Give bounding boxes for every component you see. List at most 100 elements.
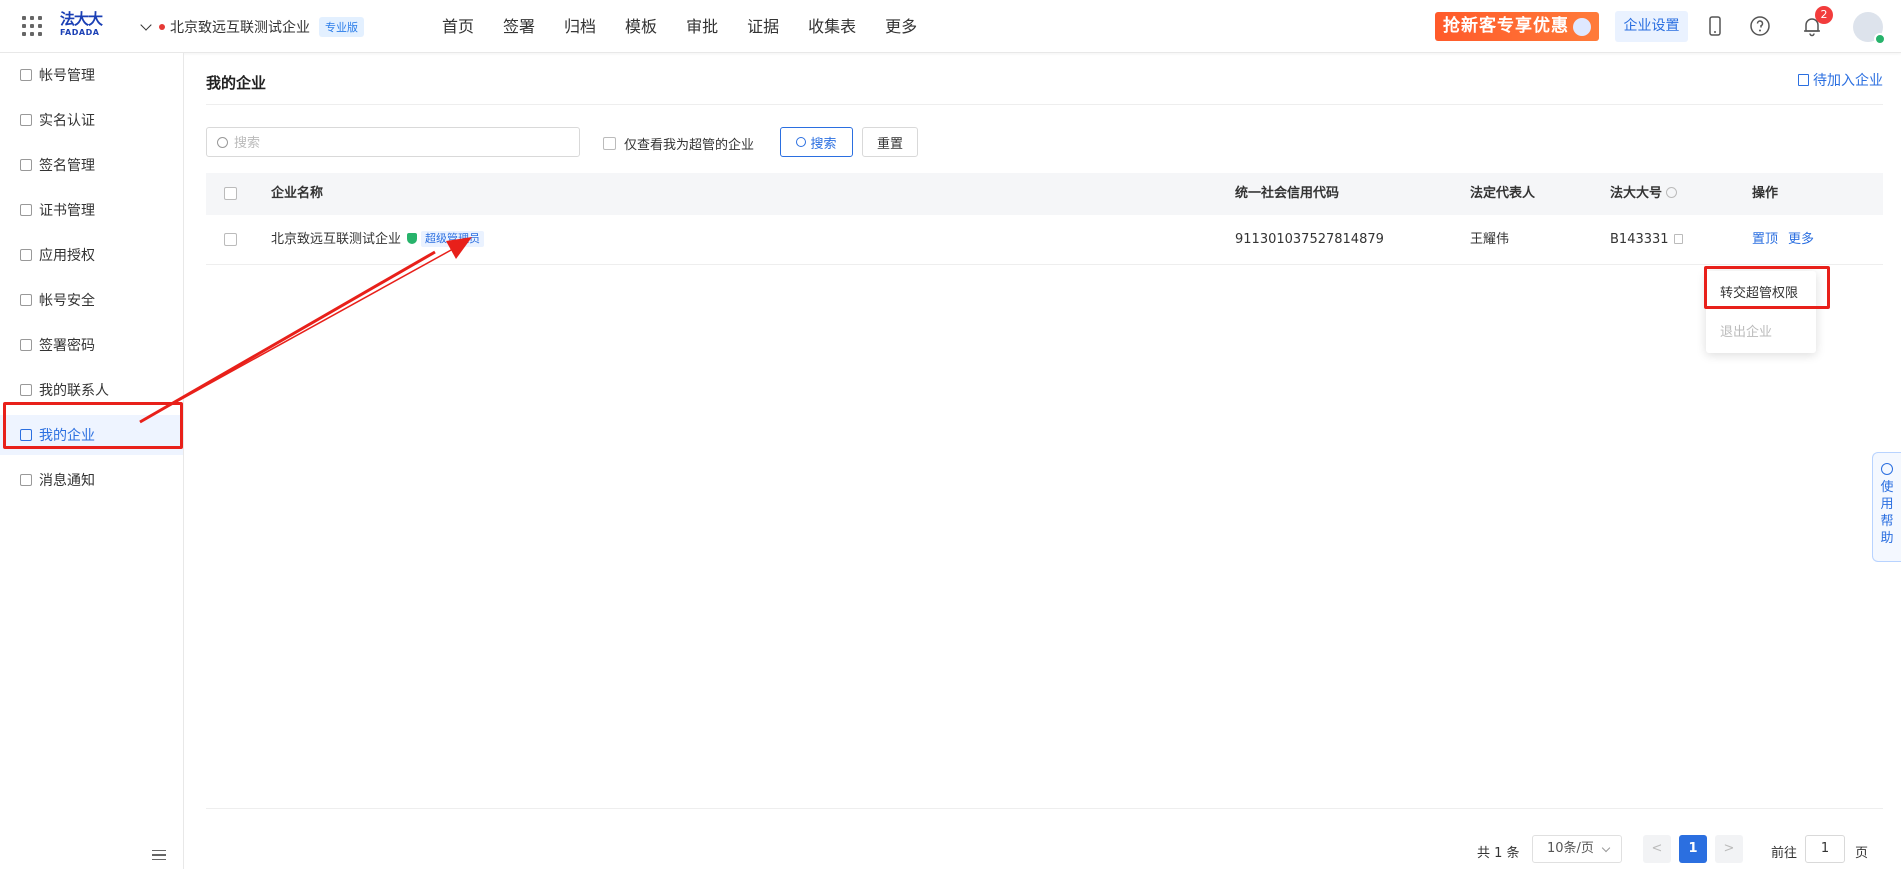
nav-archive[interactable]: 归档: [564, 0, 596, 53]
table-header: 企业名称 统一社会信用代码 法定代表人 法大大号 操作: [206, 173, 1883, 215]
verified-shield-icon: [407, 233, 418, 244]
lock-icon: [20, 339, 32, 351]
pen-icon: [20, 159, 32, 171]
mobile-icon[interactable]: [1704, 15, 1726, 37]
certification-icon: [20, 114, 32, 126]
promo-banner[interactable]: 抢新客专享优惠: [1435, 12, 1599, 41]
logo-subtext: FADADA: [60, 28, 100, 37]
nav-evidence[interactable]: 证据: [747, 0, 779, 53]
message-icon: [20, 474, 32, 486]
select-all-checkbox[interactable]: [224, 187, 237, 200]
nav-home[interactable]: 首页: [442, 0, 474, 53]
page-size-select[interactable]: 10条/页: [1532, 835, 1622, 863]
page-title: 我的企业: [206, 74, 267, 92]
sidebar-item-notifications[interactable]: 消息通知: [0, 460, 183, 500]
sidebar-item-label: 证书管理: [39, 203, 95, 219]
org-switcher[interactable]: 北京致远互联测试企业 专业版: [140, 17, 364, 37]
nav-sign[interactable]: 签署: [503, 0, 535, 53]
page-suffix: 页: [1855, 846, 1869, 861]
help-tab-char: 用: [1880, 497, 1894, 512]
sidebar-item-label: 帐号管理: [39, 68, 95, 84]
column-credit-code: 统一社会信用代码: [1235, 186, 1340, 201]
nav-more[interactable]: 更多: [885, 0, 917, 53]
sidebar-item-certificate[interactable]: 证书管理: [0, 190, 183, 230]
certificate-icon: [20, 204, 32, 216]
main-nav: 首页 签署 归档 模板 审批 证据 收集表 更多: [442, 0, 946, 53]
sidebar-item-signature[interactable]: 签名管理: [0, 145, 183, 185]
column-fadada-no: 法大大号: [1610, 173, 1678, 215]
apps-grid-icon[interactable]: [22, 16, 42, 36]
promo-text: 抢新客专享优惠: [1443, 16, 1569, 36]
status-dot-icon: [159, 24, 165, 30]
main-content: 我的企业 待加入企业 仅查看我为超管的企业 搜索 重置 企业名称 统一社会信用代…: [184, 53, 1901, 869]
help-icon[interactable]: [1666, 187, 1678, 198]
highlight-box-transfer: [1704, 266, 1830, 309]
help-icon: [1881, 463, 1893, 475]
search-input[interactable]: [234, 134, 554, 150]
row-checkbox[interactable]: [224, 233, 237, 246]
column-actions: 操作: [1752, 186, 1779, 201]
sidebar-item-label: 我的联系人: [39, 383, 109, 399]
sidebar-item-app-auth[interactable]: 应用授权: [0, 235, 183, 275]
search-box[interactable]: [206, 127, 580, 157]
copy-icon[interactable]: [1673, 234, 1683, 244]
search-button-label: 搜索: [810, 136, 837, 152]
nav-template[interactable]: 模板: [625, 0, 657, 53]
sidebar-item-label: 实名认证: [39, 113, 95, 129]
contact-icon: [20, 384, 32, 396]
help-tab-char: 助: [1880, 531, 1894, 546]
company-name: 北京致远互联测试企业: [271, 232, 402, 247]
only-super-filter[interactable]: 仅查看我为超管的企业: [603, 134, 754, 153]
logo[interactable]: 法大大 FADADA: [60, 10, 110, 42]
table-row: 北京致远互联测试企业 超级管理员 911301037527814879 王耀伟 B…: [206, 215, 1883, 265]
divider: [206, 104, 1883, 105]
sidebar-item-account[interactable]: 帐号管理: [0, 55, 183, 95]
menu-item-leave-company[interactable]: 退出企业: [1720, 321, 1772, 340]
nav-approval[interactable]: 审批: [686, 0, 718, 53]
notification-badge: 2: [1815, 6, 1833, 24]
column-fadada-no-label: 法大大号: [1610, 186, 1663, 201]
help-tab-char: 使: [1880, 480, 1894, 495]
nav-forms[interactable]: 收集表: [808, 0, 856, 53]
building-icon: [1798, 74, 1809, 86]
sidebar-item-label: 签名管理: [39, 158, 95, 174]
promo-mascot-icon: [1573, 18, 1591, 36]
verified-check-icon: [1874, 33, 1886, 45]
collapse-sidebar-icon[interactable]: [152, 850, 166, 860]
prev-page-button[interactable]: <: [1643, 835, 1671, 863]
account-icon: [20, 69, 32, 81]
reset-button[interactable]: 重置: [862, 127, 918, 157]
goto-page-input[interactable]: 1: [1805, 835, 1845, 863]
logo-text: 法大大: [60, 10, 103, 28]
pagination: 共 1 条 10条/页 < 1 > 前往 1 页: [184, 835, 1901, 865]
pending-companies-link[interactable]: 待加入企业: [1798, 70, 1883, 90]
chevron-down-icon: [140, 19, 152, 31]
edition-badge: 专业版: [319, 17, 364, 37]
fadada-no: B143331: [1610, 232, 1669, 247]
org-settings-button[interactable]: 企业设置: [1615, 11, 1688, 42]
sidebar-item-security[interactable]: 帐号安全: [0, 280, 183, 320]
sidebar-item-certification[interactable]: 实名认证: [0, 100, 183, 140]
search-button[interactable]: 搜索: [780, 127, 853, 157]
legal-rep-cell: 王耀伟: [1470, 232, 1510, 247]
fadada-no-cell: B143331: [1610, 215, 1683, 265]
search-icon: [217, 136, 228, 148]
goto-label: 前往: [1771, 846, 1798, 861]
role-tag: 超级管理员: [421, 231, 485, 247]
more-actions-link[interactable]: 更多: [1788, 215, 1814, 265]
sidebar: 帐号管理 实名认证 签名管理 证书管理 应用授权 帐号安全 签署密码 我的联系人…: [0, 53, 184, 869]
help-icon[interactable]: [1749, 15, 1771, 37]
company-name-cell: 北京致远互联测试企业 超级管理员: [271, 215, 485, 265]
column-legal-rep: 法定代表人: [1470, 186, 1536, 201]
sidebar-item-sign-password[interactable]: 签署密码: [0, 325, 183, 365]
next-page-button[interactable]: >: [1715, 835, 1743, 863]
pin-top-link[interactable]: 置顶: [1752, 215, 1778, 265]
pending-companies-label: 待加入企业: [1813, 73, 1883, 89]
help-side-tab[interactable]: 使 用 帮 助: [1872, 452, 1901, 562]
only-super-label: 仅查看我为超管的企业: [624, 138, 755, 153]
avatar[interactable]: [1853, 12, 1886, 45]
sidebar-item-label: 消息通知: [39, 473, 95, 489]
only-super-checkbox[interactable]: [603, 137, 616, 150]
divider: [206, 808, 1883, 809]
page-1-button[interactable]: 1: [1679, 835, 1707, 863]
